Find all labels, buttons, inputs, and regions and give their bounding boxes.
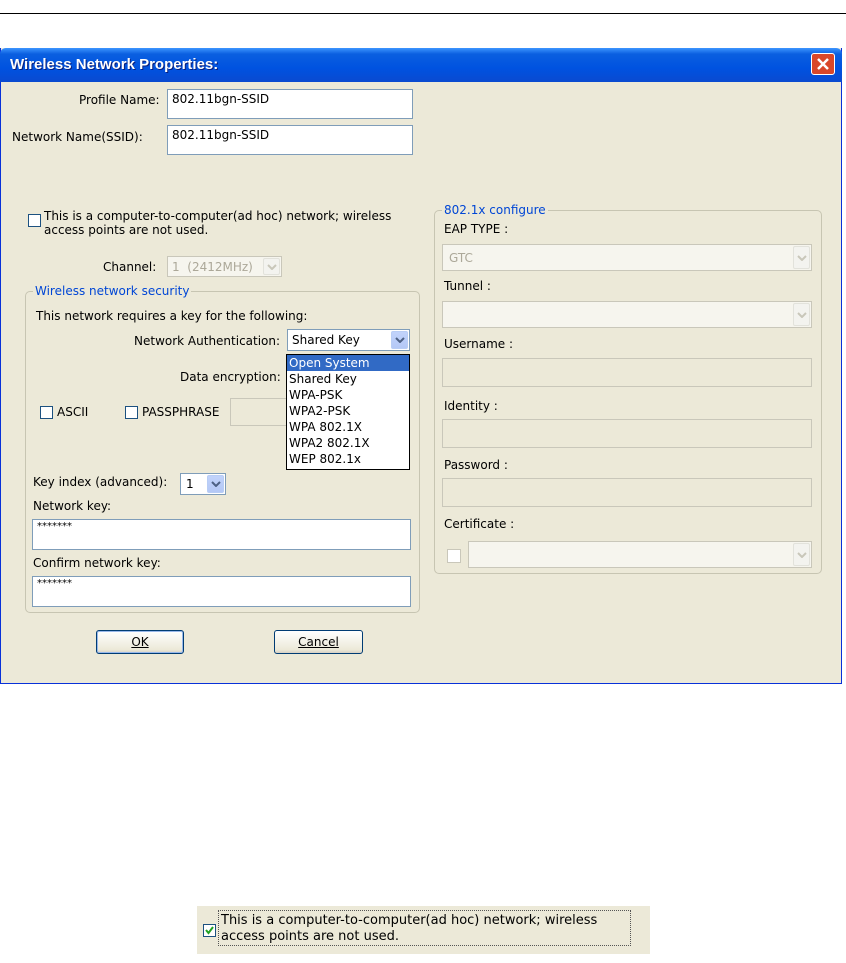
ssid-input[interactable]: 802.11bgn-SSID [167,125,413,155]
certificate-checkbox [447,549,461,563]
check-icon [205,926,214,935]
ssid-label: Network Name(SSID): [12,130,143,144]
passphrase-checkbox[interactable] [125,406,138,419]
tunnel-select [442,301,812,328]
eap-type-label: EAP TYPE : [444,222,509,236]
tunnel-label: Tunnel : [444,279,491,293]
confirm-key-input[interactable]: ******* [32,576,411,607]
channel-select: 1 (2412MHz) [167,256,282,277]
auth-option-wpa-8021x[interactable]: WPA 802.1X [287,419,409,435]
ascii-checkbox[interactable] [40,406,53,419]
auth-dropdown-list[interactable]: Open System Shared Key WPA-PSK WPA2-PSK … [286,354,410,470]
auth-label: Network Authentication: [134,334,281,348]
passphrase-label: PASSPHRASE [142,405,220,419]
chevron-down-icon [395,337,405,343]
certificate-label: Certificate : [444,517,515,531]
auth-option-shared-key[interactable]: Shared Key [287,371,409,387]
key-index-select[interactable]: 1 [180,473,226,495]
ok-button-label: OK [131,635,149,649]
channel-label: Channel: [103,260,157,274]
auth-option-wpa-psk[interactable]: WPA-PSK [287,387,409,403]
network-key-label: Network key: [33,499,112,513]
profile-name-label: Profile Name: [79,93,160,107]
eap-type-select: GTC [442,244,812,271]
security-intro: This network requires a key for the foll… [36,309,308,323]
close-icon [817,58,829,70]
key-index-dropdown-arrow[interactable] [207,475,224,493]
auth-option-wpa2-8021x[interactable]: WPA2 802.1X [287,435,409,451]
auth-option-open-system[interactable]: Open System [287,355,409,371]
eap-type-value: GTC [449,251,473,265]
username-label: Username : [444,337,514,351]
chevron-down-icon [797,254,807,261]
adhoc-checkbox[interactable] [28,214,41,227]
chevron-down-icon [797,551,807,558]
auth-select[interactable]: Shared Key [287,329,410,351]
password-input [442,478,812,507]
network-key-input[interactable]: ******* [32,519,411,550]
identity-input [442,419,812,448]
username-input [442,358,812,387]
adhoc-label-line2: access points are not used. [44,223,209,237]
password-label: Password : [444,458,508,472]
key-index-label: Key index (advanced): [33,475,168,489]
confirm-key-label: Confirm network key: [33,556,161,570]
ok-button[interactable]: OK [96,630,184,654]
cancel-button-label: Cancel [298,635,339,649]
profile-name-input[interactable]: 802.11bgn-SSID [167,89,413,119]
chevron-down-icon [797,311,807,318]
auth-dropdown-arrow[interactable] [391,331,408,349]
auth-option-wep-8021x[interactable]: WEP 802.1x [287,451,409,467]
certificate-dropdown-arrow [793,543,810,566]
cancel-button[interactable]: Cancel [274,630,363,654]
adhoc-checked-line2: access points are not used. [221,929,399,944]
adhoc-label-line1: This is a computer-to-computer(ad hoc) n… [44,209,392,223]
key-index-value: 1 [186,477,194,491]
close-button[interactable] [811,53,835,75]
eap-dropdown-arrow [793,246,810,269]
channel-value: 1 (2412MHz) [172,260,253,274]
chevron-down-icon [267,263,277,270]
certificate-select [468,541,812,568]
tunnel-dropdown-arrow [793,303,810,326]
auth-value: Shared Key [292,333,360,347]
auth-option-wpa2-psk[interactable]: WPA2-PSK [287,403,409,419]
adhoc-checkbox-checked[interactable] [203,924,216,937]
security-legend: Wireless network security [33,284,192,298]
ascii-label: ASCII [57,405,89,419]
adhoc-checked-line1: This is a computer-to-computer(ad hoc) n… [221,913,598,928]
channel-dropdown-arrow [263,258,280,275]
dot1x-legend: 802.1x configure [442,203,548,217]
window-title: Wireless Network Properties: [10,56,219,73]
page-rule [0,13,846,14]
chevron-down-icon [211,481,221,487]
identity-label: Identity : [444,399,498,413]
encryption-label: Data encryption: [180,370,281,384]
